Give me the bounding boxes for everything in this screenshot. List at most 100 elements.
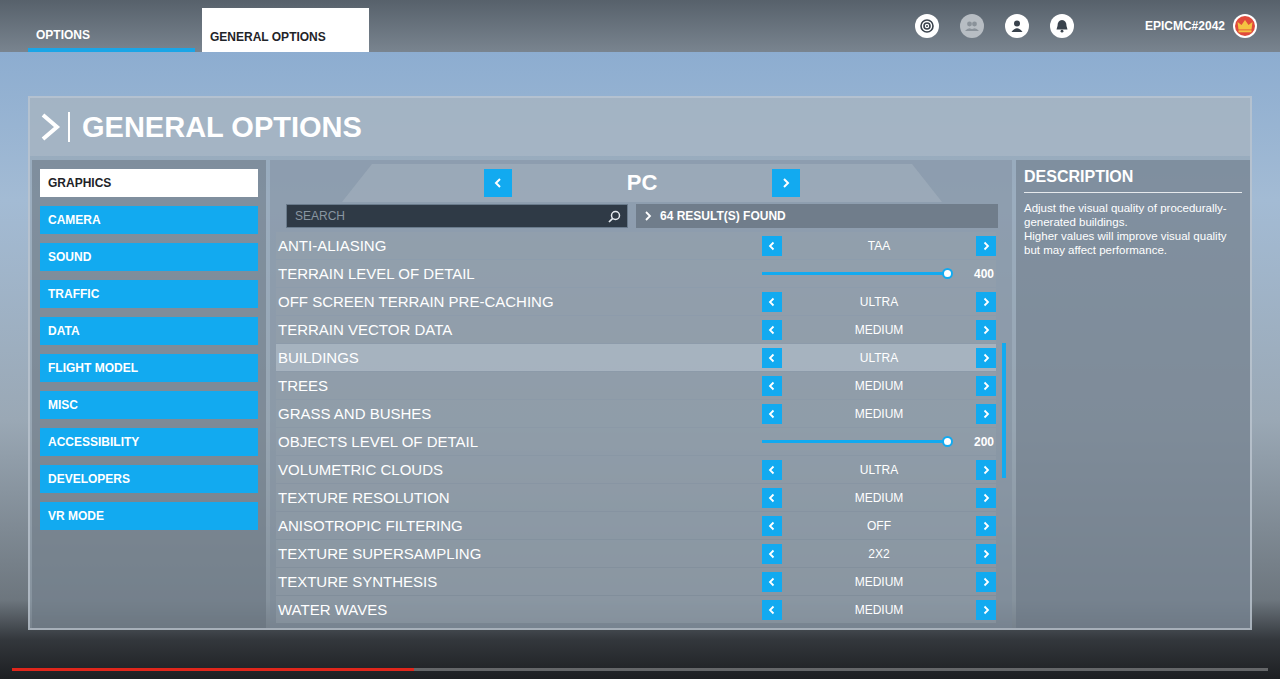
sidebar-item[interactable]: MISC [40, 391, 258, 419]
sidebar-item[interactable]: DATA [40, 317, 258, 345]
top-tab[interactable]: OPTIONS [28, 28, 195, 52]
setting-value: TAA [782, 239, 976, 253]
search-field[interactable] [286, 204, 628, 228]
activity-icon [919, 18, 935, 34]
scrollbar-thumb[interactable] [1002, 343, 1006, 478]
next-value-button[interactable] [976, 348, 996, 368]
previous-value-button[interactable] [762, 376, 782, 396]
previous-value-button[interactable] [762, 236, 782, 256]
chevron-left-icon [767, 241, 777, 251]
setting-row[interactable]: TEXTURE SUPERSAMPLING 2X2 [276, 540, 996, 567]
setting-row[interactable]: TEXTURE RESOLUTIONMEDIUM [276, 484, 996, 511]
setting-row[interactable]: TERRAIN LEVEL OF DETAIL 400 [276, 260, 996, 287]
setting-label: TERRAIN LEVEL OF DETAIL [278, 265, 762, 282]
scrollbar[interactable] [1002, 232, 1006, 628]
search-input[interactable] [295, 209, 608, 223]
setting-value: ULTRA [782, 463, 976, 477]
slider-track[interactable] [762, 272, 948, 275]
next-value-button[interactable] [976, 516, 996, 536]
sidebar-item[interactable]: GRAPHICS [40, 169, 258, 197]
setting-row[interactable]: OFF SCREEN TERRAIN PRE-CACHINGULTRA [276, 288, 996, 315]
previous-value-button[interactable] [762, 572, 782, 592]
previous-value-button[interactable] [762, 292, 782, 312]
slider-value: 400 [962, 267, 996, 281]
search-row: 64 RESULT(S) FOUND [276, 204, 1008, 228]
profile-button[interactable] [1005, 14, 1029, 38]
platform-selector: PC [276, 160, 1008, 202]
chevron-right-icon [981, 325, 991, 335]
slider-knob[interactable] [942, 268, 953, 279]
settings-column: PC 64 RESULT(S) FOUND ANTI-ALIASING TAA TERR… [270, 160, 1012, 628]
next-value-button[interactable] [976, 404, 996, 424]
setting-selector: MEDIUM [762, 600, 996, 620]
chevron-right-icon [780, 177, 792, 189]
options-screen: OPTIONSGENERAL OPTIONSEPICMC#2042GENERAL… [0, 0, 1280, 679]
sidebar-item[interactable]: ACCESSIBILITY [40, 428, 258, 456]
activity-button[interactable] [915, 14, 939, 38]
sidebar-item[interactable]: TRAFFIC [40, 280, 258, 308]
previous-value-button[interactable] [762, 348, 782, 368]
settings-list: ANTI-ALIASING TAA TERRAIN LEVEL OF DETAIL 4… [276, 232, 1008, 628]
setting-row[interactable]: OBJECTS LEVEL OF DETAIL200 [276, 428, 996, 455]
setting-label: TEXTURE SUPERSAMPLING [278, 545, 762, 562]
platform-next-button[interactable] [772, 169, 800, 197]
chevron-left-icon [767, 297, 777, 307]
setting-row[interactable]: WATER WAVESMEDIUM [276, 596, 996, 623]
chevron-right-icon [981, 605, 991, 615]
setting-selector: 2X2 [762, 544, 996, 564]
next-value-button[interactable] [976, 600, 996, 620]
previous-value-button[interactable] [762, 544, 782, 564]
panel-body: GRAPHICS CAMERA SOUND TRAFFIC DATA FLIGHT MOD… [30, 156, 1250, 628]
setting-selector: ULTRA [762, 348, 996, 368]
description-title: DESCRIPTION [1024, 168, 1242, 193]
next-value-button[interactable] [976, 488, 996, 508]
sidebar-item[interactable]: SOUND [40, 243, 258, 271]
setting-label: ANTI-ALIASING [278, 237, 762, 254]
username: EPICMC#2042 [1145, 19, 1225, 33]
setting-row[interactable]: VOLUMETRIC CLOUDS ULTRA [276, 456, 996, 483]
friends-button[interactable] [960, 14, 984, 38]
previous-value-button[interactable] [762, 404, 782, 424]
next-value-button[interactable] [976, 460, 996, 480]
setting-label: VOLUMETRIC CLOUDS [278, 461, 762, 478]
setting-value: 2X2 [782, 547, 976, 561]
top-right: EPICMC#2042 [915, 13, 1280, 39]
next-value-button[interactable] [976, 292, 996, 312]
sidebar-item[interactable]: CAMERA [40, 206, 258, 234]
next-value-button[interactable] [976, 376, 996, 396]
next-value-button[interactable] [976, 320, 996, 340]
chevron-left-icon [767, 549, 777, 559]
slider-knob[interactable] [942, 436, 953, 447]
setting-row[interactable]: TERRAIN VECTOR DATAMEDIUM [276, 316, 996, 343]
setting-value: ULTRA [782, 295, 976, 309]
setting-row[interactable]: TREESMEDIUM [276, 372, 996, 399]
platform-prev-button[interactable] [484, 169, 512, 197]
setting-slider: 200 [762, 435, 996, 449]
setting-row[interactable]: ANISOTROPIC FILTERINGOFF [276, 512, 996, 539]
previous-value-button[interactable] [762, 320, 782, 340]
chevron-left-icon [767, 325, 777, 335]
notifications-button[interactable] [1050, 14, 1074, 38]
setting-row[interactable]: TEXTURE SYNTHESISMEDIUM [276, 568, 996, 595]
next-value-button[interactable] [976, 572, 996, 592]
setting-row[interactable]: ANTI-ALIASING TAA [276, 232, 996, 259]
previous-value-button[interactable] [762, 488, 782, 508]
setting-value: ULTRA [782, 351, 976, 365]
slider-track[interactable] [762, 440, 948, 443]
results-text: 64 RESULT(S) FOUND [660, 209, 786, 223]
next-value-button[interactable] [976, 544, 996, 564]
previous-value-button[interactable] [762, 516, 782, 536]
previous-value-button[interactable] [762, 460, 782, 480]
setting-selector: MEDIUM [762, 404, 996, 424]
avatar[interactable] [1232, 13, 1258, 39]
top-tab[interactable]: GENERAL OPTIONS [202, 8, 369, 52]
previous-value-button[interactable] [762, 600, 782, 620]
video-progress-bar[interactable] [12, 668, 1268, 671]
setting-row[interactable]: GRASS AND BUSHESMEDIUM [276, 400, 996, 427]
sidebar-item[interactable]: FLIGHT MODEL [40, 354, 258, 382]
setting-selector: MEDIUM [762, 376, 996, 396]
sidebar-item[interactable]: VR MODE [40, 502, 258, 530]
next-value-button[interactable] [976, 236, 996, 256]
sidebar-item[interactable]: DEVELOPERS [40, 465, 258, 493]
setting-row[interactable]: BUILDINGSULTRA [276, 344, 996, 371]
